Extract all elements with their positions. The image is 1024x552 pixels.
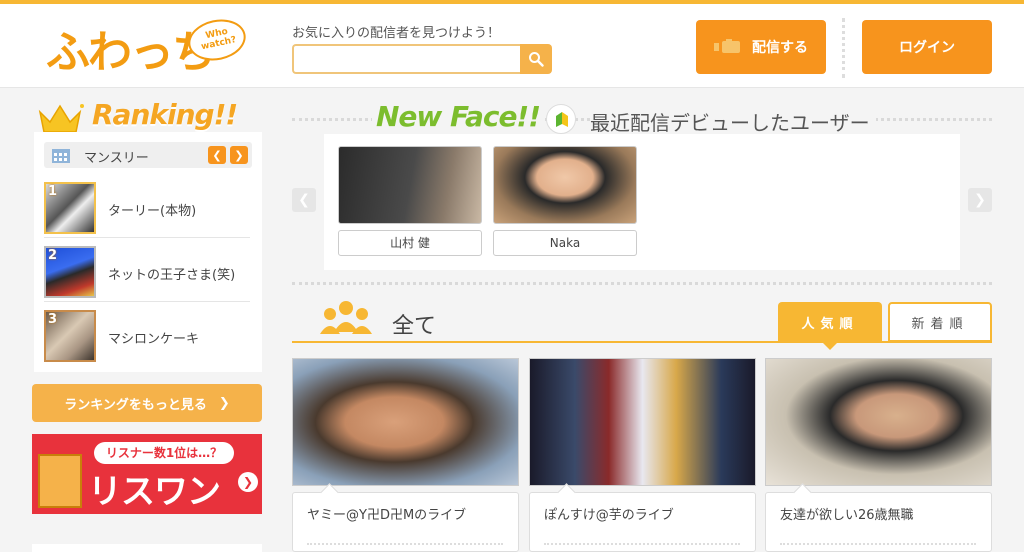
ranking-number: 3 [48,312,58,327]
ranking-title: Ranking!! [92,98,238,131]
header-divider [842,18,845,78]
ranking-number: 1 [48,184,58,199]
search-input[interactable] [292,44,522,74]
new-face-next-button[interactable]: ❯ [968,188,992,212]
new-face-user-card[interactable]: 山村 健 [338,146,482,256]
more-ranking-label: ランキングをもっと見る [64,397,207,413]
search-icon [529,52,544,67]
lis-one-banner[interactable]: リスナー数1位は…？ リスワン ❯ [32,434,262,514]
live-caption: 友達が欲しい26歳無職 [765,492,992,552]
user-thumbnail [338,146,482,224]
ranking-period-selector: マンスリー ❮ ❯ [44,142,252,168]
live-title: ぽんすけ@芋のライブ [544,508,674,523]
users-group-icon [320,301,372,334]
live-title: 友達が欲しい26歳無職 [780,508,914,523]
section-divider [292,282,992,285]
caption-divider [780,543,976,545]
live-thumbnail [292,358,519,486]
live-caption: ヤミー@Y卍D卍Mのライブ [292,492,519,552]
sort-popular-tab[interactable]: 人気順 [778,302,882,342]
live-card[interactable]: ぽんすけ@芋のライブ [529,358,756,552]
live-card[interactable]: 友達が欲しい26歳無職 [765,358,992,552]
ranking-avatar: 2 [44,246,96,298]
live-caption: ぽんすけ@芋のライブ [529,492,756,552]
mascot-icon [38,454,82,508]
chevron-left-icon: ❮ [298,192,310,208]
crown-icon [38,104,84,133]
broadcast-button[interactable]: 配信する [696,20,826,74]
search-button[interactable] [520,44,552,74]
logo-bubble-text: Who watch? [200,26,238,53]
ranking-avatar: 3 [44,310,96,362]
new-face-carousel: 山村 健 Naka [324,134,960,270]
chevron-right-icon: ❯ [218,395,230,411]
calendar-icon [52,149,70,163]
new-face-prev-button[interactable]: ❮ [292,188,316,212]
login-button[interactable]: ログイン [862,20,992,74]
banner-bubble-text: リスナー数1位は…？ [94,442,234,464]
search-label: お気に入りの配信者を見つけよう！ [292,26,501,41]
video-camera-icon [714,39,740,53]
new-face-title: New Face!! [372,100,544,133]
live-thumbnail [529,358,756,486]
live-thumbnail [765,358,992,486]
sidebar-next-panel [32,544,262,552]
ranking-name: ターリー(本物) [108,204,197,219]
ranking-panel: マンスリー ❮ ❯ 1 ターリー(本物) 2 ネットの王子さま(笑) 3 マシロ… [34,132,262,372]
active-tab-indicator [822,342,838,350]
caption-divider [544,543,740,545]
chevron-left-icon: ❮ [212,148,222,162]
new-face-subtitle: 最近配信デビューしたユーザー [590,107,876,136]
sort-new-tab[interactable]: 新着順 [888,302,992,342]
user-thumbnail [493,146,637,224]
ranking-number: 2 [48,248,58,263]
chevron-right-icon: ❯ [234,148,244,162]
ranking-item[interactable]: 3 マシロンケーキ [44,304,250,366]
user-name: Naka [493,230,637,256]
caption-divider [307,543,503,545]
banner-title: リスワン [88,472,221,512]
broadcast-label: 配信する [752,40,808,56]
period-next-button[interactable]: ❯ [230,146,248,164]
more-ranking-button[interactable]: ランキングをもっと見る ❯ [32,384,262,422]
site-logo[interactable]: ふわっち Who watch? [46,14,250,80]
ranking-name: ネットの王子さま(笑) [108,268,236,283]
ranking-item[interactable]: 2 ネットの王子さま(笑) [44,240,250,302]
arrow-right-icon: ❯ [238,472,258,492]
all-section-title: 全て [392,314,437,339]
chevron-right-icon: ❯ [974,192,986,208]
site-header: ふわっち Who watch? お気に入りの配信者を見つけよう！ 配信する ログ… [0,4,1024,88]
ranking-item[interactable]: 1 ターリー(本物) [44,176,250,238]
live-card[interactable]: ヤミー@Y卍D卍Mのライブ [292,358,519,552]
tab-underline [292,341,992,343]
live-title: ヤミー@Y卍D卍Mのライブ [307,508,467,523]
period-prev-button[interactable]: ❮ [208,146,226,164]
ranking-period-label: マンスリー [84,151,149,166]
beginner-leaf-icon [546,104,576,134]
ranking-avatar: 1 [44,182,96,234]
user-name: 山村 健 [338,230,482,256]
ranking-name: マシロンケーキ [108,332,200,347]
new-face-user-card[interactable]: Naka [493,146,637,256]
